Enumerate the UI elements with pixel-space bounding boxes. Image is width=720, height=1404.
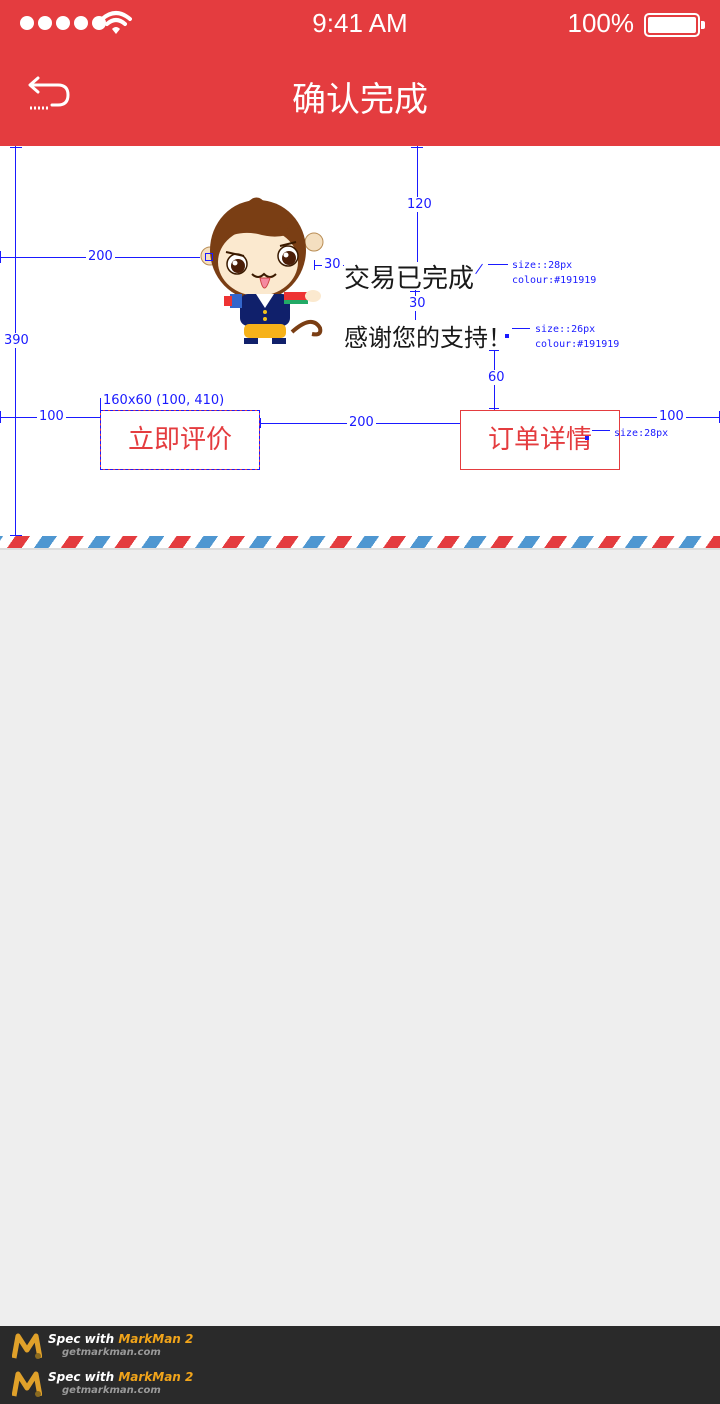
dim-label-200: 200 [86,249,115,264]
battery-percent: 100% [567,8,635,38]
watermark-prefix: Spec with [48,1370,115,1384]
spec-note-2-colour: colour:#191919 [535,339,620,350]
spec-note-2-size: size::26px [535,324,596,335]
dim-label-200-buttons: 200 [347,415,376,430]
message-title: 交易已完成 [344,264,475,294]
spec-note-1-colour: colour:#191919 [512,275,597,286]
button-box-label: 160x60 (100, 410) [103,393,225,408]
watermark-prefix: Spec with [48,1332,115,1346]
watermark-site: getmarkman.com [62,1347,161,1358]
battery-icon [644,13,705,37]
watermark-brand: MarkMan 2 [118,1370,194,1384]
markman-watermark: Spec with MarkMan 2 getmarkman.com Spec … [0,1326,720,1404]
dim-label-100-left: 100 [37,409,66,424]
dim-label-120: 120 [405,197,434,212]
dim-label-390: 390 [2,333,31,348]
airmail-stripe-divider [0,536,720,550]
dim-label-60: 60 [486,370,507,385]
status-bar: 9:41 AM 100% [0,0,720,48]
monkey-mascot-image [200,197,324,344]
watermark-site: getmarkman.com [62,1385,161,1396]
dim-label-30-vertical: 30 [407,296,428,311]
message-subtitle: 感谢您的支持！ [344,324,512,352]
spec-note-1-size: size::28px [512,260,573,271]
order-details-button[interactable]: 订单详情 [460,410,620,470]
spec-note-3-size: size:28px [614,428,669,439]
markman-logo-icon [12,1333,42,1359]
review-now-button[interactable]: 立即评价 [100,410,260,470]
dim-label-30-horizontal: 30 [322,257,343,272]
page-title: 确认完成 [292,80,428,120]
watermark-brand: MarkMan 2 [118,1332,194,1346]
markman-logo-icon [12,1371,42,1397]
top-bar: 9:41 AM 100% 确认完成 [0,0,720,146]
dim-label-100-right: 100 [657,409,686,424]
